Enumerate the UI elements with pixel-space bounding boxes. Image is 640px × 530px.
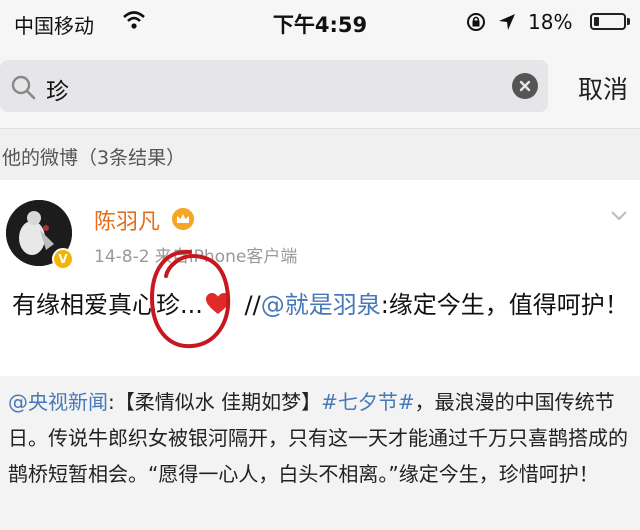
clear-search-icon[interactable] <box>512 73 538 99</box>
cancel-button[interactable]: 取消 <box>578 70 628 106</box>
section-title: 他的微博（3条结果） <box>2 147 186 169</box>
username[interactable]: 陈羽凡 <box>94 204 160 236</box>
battery-cap <box>627 18 630 25</box>
orientation-lock-icon <box>467 13 485 31</box>
vip-crown-icon <box>172 208 194 230</box>
mention-link[interactable]: @就是羽泉 <box>261 291 381 319</box>
search-icon <box>11 75 36 100</box>
post-text-start: 有缘相爱真心珍... <box>12 291 203 319</box>
post-text-end: :缘定今生，值得呵护！ <box>380 291 629 319</box>
repost-separator: // <box>236 291 261 319</box>
post-meta: 14-8-2 来自iPhone客户端 <box>94 247 298 267</box>
battery-icon <box>590 13 626 30</box>
hashtag-link[interactable]: #七夕节# <box>321 390 415 414</box>
verified-badge-icon: V <box>52 248 74 270</box>
search-row: 珍 取消 <box>0 48 640 128</box>
post-body: 有缘相爱真心珍... //@就是羽泉:缘定今生，值得呵护！ <box>12 286 632 324</box>
weibo-post[interactable]: V 陈羽凡 14-8-2 来自iPhone客户端 有缘相爱真心珍... //@就… <box>0 180 640 530</box>
search-input[interactable]: 珍 <box>0 60 548 112</box>
repost-mention-link[interactable]: @央视新闻 <box>8 390 108 414</box>
section-header: 他的微博（3条结果） <box>0 128 640 180</box>
heart-icon <box>205 293 230 314</box>
repost-body: @央视新闻:【柔情似水 佳期如梦】#七夕节#，最浪漫的中国传统节日。传说牛郎织女… <box>8 384 636 492</box>
search-query[interactable]: 珍 <box>46 72 69 106</box>
battery-level-fill <box>594 17 599 26</box>
status-bar: 中国移动 下午4:59 18% <box>0 0 640 48</box>
location-arrow-icon <box>499 14 515 30</box>
chevron-down-icon[interactable] <box>608 204 630 226</box>
repost-text-1: :【柔情似水 佳期如梦】 <box>108 390 322 414</box>
repost-block[interactable]: @央视新闻:【柔情似水 佳期如梦】#七夕节#，最浪漫的中国传统节日。传说牛郎织女… <box>0 376 640 530</box>
battery-percent: 18% <box>528 10 573 34</box>
